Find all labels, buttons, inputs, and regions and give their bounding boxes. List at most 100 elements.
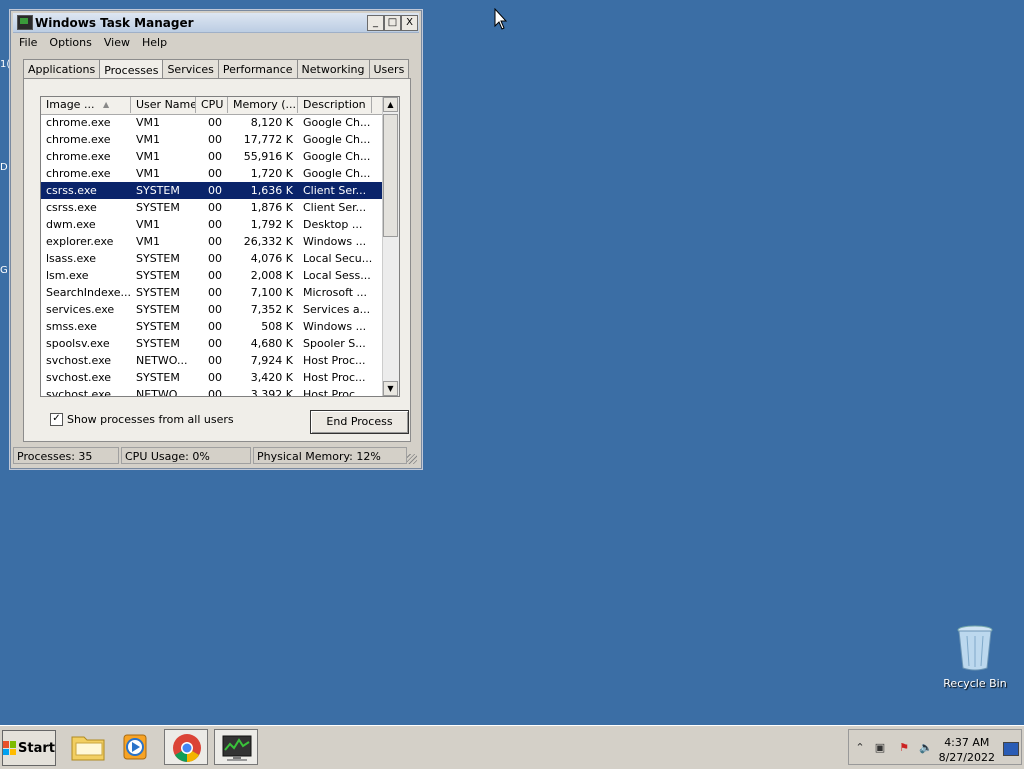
cell-image-name: chrome.exe xyxy=(46,133,111,146)
menu-options[interactable]: Options xyxy=(43,34,97,49)
table-row[interactable]: services.exe SYSTEM 00 7,352 K Services a... xyxy=(41,301,383,318)
resize-grip-icon[interactable] xyxy=(407,454,417,464)
vertical-scrollbar[interactable]: ▲ ▼ xyxy=(382,97,399,396)
cell-cpu: 00 xyxy=(208,167,222,180)
cell-description: Services a... xyxy=(303,303,371,316)
cell-user-name: VM1 xyxy=(136,218,161,231)
table-row[interactable]: csrss.exe SYSTEM 00 1,876 K Client Ser... xyxy=(41,199,383,216)
table-row[interactable]: svchost.exe NETWO... 00 7,924 K Host Proc... xyxy=(41,352,383,369)
cell-user-name: VM1 xyxy=(136,116,161,129)
volume-icon[interactable]: 🔈 xyxy=(919,741,933,755)
cell-memory: 1,792 K xyxy=(250,218,293,231)
tab-performance[interactable]: Performance xyxy=(217,59,298,78)
table-row[interactable]: spoolsv.exe SYSTEM 00 4,680 K Spooler S... xyxy=(41,335,383,352)
taskbar-task-manager[interactable] xyxy=(214,729,258,765)
tab-processes[interactable]: Processes xyxy=(99,59,164,79)
table-row[interactable]: chrome.exe VM1 00 8,120 K Google Ch... xyxy=(41,114,383,131)
sort-up-icon: ▲ xyxy=(103,100,110,109)
minimize-button[interactable]: _ xyxy=(367,15,384,31)
cell-description: Client Ser... xyxy=(303,201,367,214)
menu-help[interactable]: Help xyxy=(136,34,173,49)
maximize-button[interactable]: □ xyxy=(384,15,401,31)
cell-description: Google Ch... xyxy=(303,116,371,129)
column-description[interactable]: Description xyxy=(298,97,372,113)
checkbox-check-icon[interactable]: ✓ xyxy=(50,413,63,426)
taskbar-explorer[interactable] xyxy=(66,729,110,765)
cell-user-name: SYSTEM xyxy=(136,286,180,299)
table-row[interactable]: chrome.exe VM1 00 17,772 K Google Ch... xyxy=(41,131,383,148)
tab-services[interactable]: Services xyxy=(162,59,219,78)
column-memory[interactable]: Memory (... xyxy=(228,97,298,113)
table-row[interactable]: lsass.exe SYSTEM 00 4,076 K Local Secu... xyxy=(41,250,383,267)
cell-user-name: SYSTEM xyxy=(136,371,180,384)
scroll-thumb[interactable] xyxy=(383,114,398,237)
show-hidden-icons-icon[interactable]: ⌃ xyxy=(853,741,867,755)
process-list[interactable]: Image ... ▲ User Name CPU Memory (... De… xyxy=(40,96,400,397)
cell-memory: 508 K xyxy=(261,320,293,333)
cell-description: Google Ch... xyxy=(303,167,371,180)
end-process-button[interactable]: End Process xyxy=(310,410,409,434)
column-cpu[interactable]: CPU xyxy=(196,97,228,113)
desktop-icon-label-partial: D xyxy=(0,162,8,173)
cell-memory: 1,720 K xyxy=(250,167,293,180)
menu-view[interactable]: View xyxy=(98,34,136,49)
show-desktop-button[interactable] xyxy=(1003,742,1019,756)
scroll-down-icon[interactable]: ▼ xyxy=(383,381,398,396)
cell-memory: 4,680 K xyxy=(250,337,293,350)
folder-icon xyxy=(71,736,105,761)
start-label: Start xyxy=(18,740,55,756)
cell-image-name: chrome.exe xyxy=(46,167,111,180)
recycle-bin-label: Recycle Bin xyxy=(943,677,1007,690)
cell-cpu: 00 xyxy=(208,201,222,214)
menu-file[interactable]: File xyxy=(13,34,43,49)
table-row[interactable]: smss.exe SYSTEM 00 508 K Windows ... xyxy=(41,318,383,335)
cell-memory: 7,352 K xyxy=(250,303,293,316)
taskbar-media-player[interactable] xyxy=(114,729,158,765)
recycle-bin[interactable]: Recycle Bin xyxy=(940,624,1010,690)
title-bar[interactable]: Windows Task Manager _ □ X xyxy=(13,13,419,33)
cell-image-name: SearchIndexe... xyxy=(46,286,131,299)
table-row[interactable]: svchost.exe SYSTEM 00 3,420 K Host Proc... xyxy=(41,369,383,386)
cell-cpu: 00 xyxy=(208,133,222,146)
cell-user-name: SYSTEM xyxy=(136,303,180,316)
action-center-alert-icon[interactable]: ⚑ xyxy=(897,741,911,755)
cell-cpu: 00 xyxy=(208,252,222,265)
start-button[interactable]: Start xyxy=(2,730,56,766)
table-row[interactable]: explorer.exe VM1 00 26,332 K Windows ... xyxy=(41,233,383,250)
column-label: Image ... xyxy=(46,98,95,111)
cell-user-name: VM1 xyxy=(136,235,161,248)
window-title: Windows Task Manager xyxy=(35,16,194,30)
cell-image-name: chrome.exe xyxy=(46,150,111,163)
table-row[interactable]: svchost.exe NETWO... 00 3,392 K Host Proc... xyxy=(41,386,383,397)
show-all-users-checkbox[interactable]: ✓ Show processes from all users xyxy=(50,413,234,426)
cell-memory: 3,420 K xyxy=(250,371,293,384)
table-row[interactable]: lsm.exe SYSTEM 00 2,008 K Local Sess... xyxy=(41,267,383,284)
tab-applications[interactable]: Applications xyxy=(23,59,101,78)
clock[interactable]: 4:37 AM 8/27/2022 xyxy=(939,735,995,765)
tab-users[interactable]: Users xyxy=(368,59,410,78)
cell-cpu: 00 xyxy=(208,337,222,350)
close-button[interactable]: X xyxy=(401,15,418,31)
cell-cpu: 00 xyxy=(208,150,222,163)
tab-networking[interactable]: Networking xyxy=(296,59,370,78)
cell-cpu: 00 xyxy=(208,371,222,384)
network-icon[interactable]: ▣ xyxy=(873,741,887,755)
cell-description: Windows ... xyxy=(303,235,367,248)
cell-user-name: NETWO... xyxy=(136,354,188,367)
tab-strip: Applications Processes Services Performance… xyxy=(23,58,410,79)
table-row[interactable]: dwm.exe VM1 00 1,792 K Desktop ... xyxy=(41,216,383,233)
scroll-up-icon[interactable]: ▲ xyxy=(383,97,398,112)
table-row[interactable]: chrome.exe VM1 00 55,916 K Google Ch... xyxy=(41,148,383,165)
taskbar-chrome[interactable] xyxy=(164,729,208,765)
table-row[interactable]: csrss.exe SYSTEM 00 1,636 K Client Ser... xyxy=(41,182,383,199)
processes-panel: Image ... ▲ User Name CPU Memory (... De… xyxy=(23,78,411,442)
cell-memory: 3,392 K xyxy=(250,388,293,397)
column-user-name[interactable]: User Name xyxy=(131,97,196,113)
cell-cpu: 00 xyxy=(208,218,222,231)
cell-description: Microsoft ... xyxy=(303,286,368,299)
table-row[interactable]: SearchIndexe... SYSTEM 00 7,100 K Microsoft … xyxy=(41,284,383,301)
table-row[interactable]: chrome.exe VM1 00 1,720 K Google Ch... xyxy=(41,165,383,182)
recycle-bin-icon xyxy=(957,625,993,671)
cell-user-name: NETWO... xyxy=(136,388,188,397)
column-image-name[interactable]: Image ... ▲ xyxy=(41,97,131,113)
